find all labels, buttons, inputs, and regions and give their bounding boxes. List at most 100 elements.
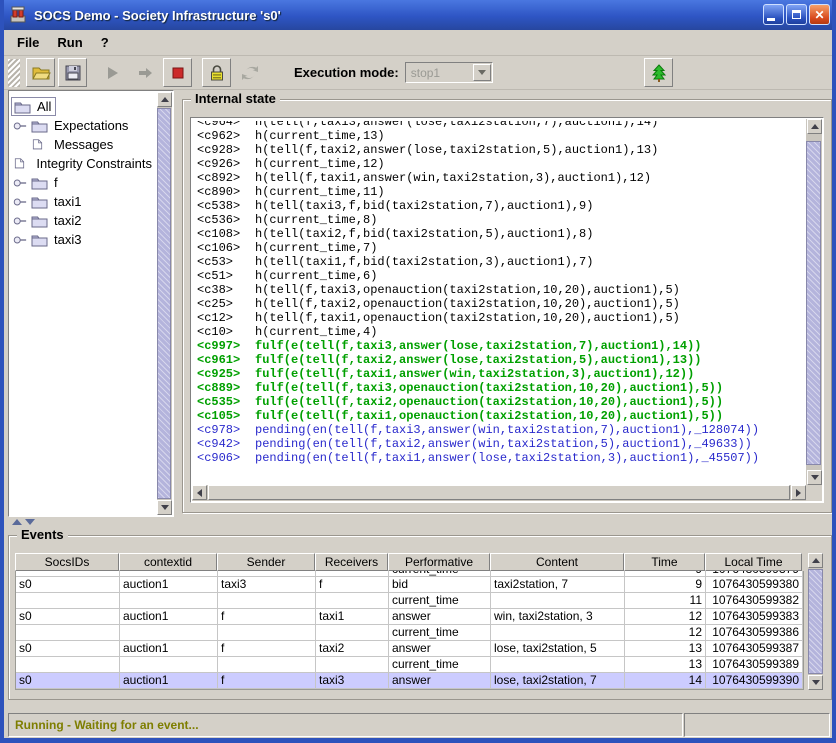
- green-tree-icon: [649, 63, 669, 83]
- column-header-content[interactable]: Content: [490, 553, 624, 571]
- tree-expand-handle[interactable]: [11, 235, 29, 245]
- step-button[interactable]: [130, 58, 159, 87]
- column-header-contextid[interactable]: contextid: [119, 553, 217, 571]
- collapse-up-button[interactable]: [12, 519, 22, 525]
- minimize-button[interactable]: [763, 4, 784, 25]
- window-title: SOCS Demo - Society Infrastructure 's0': [34, 8, 281, 23]
- tree-item-messages[interactable]: Messages: [11, 135, 156, 154]
- arrow-up-icon: [161, 97, 169, 102]
- tree-scroll-thumb[interactable]: [157, 108, 171, 499]
- vertical-splitter[interactable]: [174, 90, 182, 517]
- toolbar-drag-handle[interactable]: [8, 59, 20, 87]
- tree-item-expectations[interactable]: Expectations: [11, 116, 156, 135]
- status-aux-panel: [684, 713, 830, 737]
- tree-item-content: taxi1: [29, 193, 85, 210]
- horizontal-splitter[interactable]: [4, 517, 832, 527]
- execution-mode-combo[interactable]: stop1: [405, 62, 493, 83]
- tree-item-taxi3[interactable]: taxi3: [11, 230, 156, 249]
- event-cell: 13: [625, 641, 706, 657]
- column-header-sender[interactable]: Sender: [217, 553, 315, 571]
- scroll-down-button[interactable]: [157, 500, 172, 515]
- column-header-local-time[interactable]: Local Time: [705, 553, 802, 571]
- event-row[interactable]: s0auction1ftaxi1answerwin, taxi2station,…: [16, 609, 803, 625]
- event-cell: [16, 657, 120, 673]
- arrow-up-icon: [811, 124, 819, 129]
- scroll-thumb[interactable]: [806, 141, 821, 465]
- event-cell: 13: [625, 657, 706, 673]
- internal-horizontal-scrollbar[interactable]: [192, 485, 806, 501]
- arrow-down-icon: [811, 475, 819, 480]
- scroll-right-button[interactable]: [791, 485, 806, 500]
- scroll-up-button[interactable]: [807, 119, 822, 134]
- combo-arrow-button[interactable]: [473, 64, 491, 81]
- state-line-content: <c892>h(tell(f,taxi1,answer(win,taxi2sta…: [197, 171, 651, 185]
- tree-expand-handle[interactable]: [11, 216, 29, 226]
- maximize-button[interactable]: [786, 4, 807, 25]
- scroll-down-button[interactable]: [807, 470, 822, 485]
- internal-state-text[interactable]: <c964>h(tell(f,taxi3,answer(lose,taxi2st…: [192, 119, 806, 485]
- folder-icon: [14, 100, 31, 114]
- menu-item-help[interactable]: ?: [92, 32, 118, 53]
- event-row[interactable]: current_time121076430599386: [16, 625, 803, 641]
- column-header-receivers[interactable]: Receivers: [315, 553, 388, 571]
- scroll-thumb[interactable]: [208, 485, 790, 500]
- tree-item-taxi1[interactable]: taxi1: [11, 192, 156, 211]
- column-header-socsids[interactable]: SocsIDs: [15, 553, 119, 571]
- event-row[interactable]: s0auction1ftaxi3answerlose, taxi2station…: [16, 673, 803, 689]
- tree-item-integrity-constraints[interactable]: Integrity Constraints: [11, 154, 156, 173]
- stop-button[interactable]: [163, 58, 192, 87]
- scroll-down-button[interactable]: [808, 675, 823, 690]
- society-button[interactable]: [644, 58, 673, 87]
- event-cell: s0: [16, 641, 120, 657]
- scroll-up-button[interactable]: [157, 92, 172, 107]
- lock-button[interactable]: [202, 58, 231, 87]
- event-cell-text: 1076430599380: [712, 577, 799, 591]
- constraint-id: <c926>: [197, 157, 255, 171]
- menu-item-run[interactable]: Run: [48, 32, 91, 53]
- event-cell: [16, 625, 120, 641]
- event-row[interactable]: s0auction1taxi3fbidtaxi2station, 7910764…: [16, 577, 803, 593]
- tree-expand-handle[interactable]: [11, 121, 29, 131]
- event-row[interactable]: current_time131076430599389: [16, 657, 803, 673]
- event-cell: current_time: [389, 625, 491, 641]
- scroll-up-button[interactable]: [808, 553, 823, 568]
- scroll-thumb[interactable]: [808, 569, 823, 674]
- event-cell: taxi3: [218, 577, 316, 593]
- state-line: <c12>h(tell(f,taxi1,openauction(taxi2sta…: [197, 311, 806, 325]
- column-header-performative[interactable]: Performative: [388, 553, 490, 571]
- tree-expand-handle[interactable]: [11, 178, 29, 188]
- tree-expand-handle[interactable]: [11, 197, 29, 207]
- constraint-id: <c535>: [197, 395, 255, 409]
- scroll-left-button[interactable]: [192, 485, 207, 500]
- save-button[interactable]: [58, 58, 87, 87]
- tree-item-f[interactable]: f: [11, 173, 156, 192]
- menu-item-file[interactable]: File: [8, 32, 48, 53]
- collapse-down-button[interactable]: [25, 519, 35, 525]
- state-line: <c906>pending(en(tell(f,taxi1,answer(los…: [197, 451, 806, 465]
- event-cell-text: 1076430599386: [712, 625, 799, 639]
- tree-item-label: f: [52, 175, 60, 190]
- event-cell-text: answer: [392, 641, 431, 655]
- state-line-content: <c978>pending(en(tell(f,taxi3,answer(win…: [197, 423, 759, 437]
- events-scrollbar[interactable]: [808, 553, 823, 690]
- constraint-term: h(tell(taxi1,f,bid(taxi2station,3),aucti…: [255, 255, 593, 269]
- state-line-content: <c962>h(current_time,13): [197, 129, 385, 143]
- constraint-id: <c892>: [197, 171, 255, 185]
- tree-item-taxi2[interactable]: taxi2: [11, 211, 156, 230]
- internal-vertical-scrollbar[interactable]: [806, 119, 822, 485]
- title-bar[interactable]: SOCS Demo - Society Infrastructure 's0' …: [0, 0, 836, 30]
- play-button[interactable]: [97, 58, 126, 87]
- open-button[interactable]: [26, 58, 55, 87]
- event-row[interactable]: s0auction1ftaxi2answerlose, taxi2station…: [16, 641, 803, 657]
- event-cell: [218, 657, 316, 673]
- event-row[interactable]: current_time111076430599382: [16, 593, 803, 609]
- event-cell: 9: [625, 577, 706, 593]
- execution-mode-label: Execution mode:: [294, 65, 399, 80]
- agents-tree[interactable]: AllExpectationsMessagesIntegrity Constra…: [11, 97, 156, 514]
- constraint-term: fulf(e(tell(f,taxi1,answer(win,taxi2stat…: [255, 367, 694, 381]
- column-header-time[interactable]: Time: [624, 553, 705, 571]
- sync-button[interactable]: [235, 58, 264, 87]
- close-button[interactable]: ✕: [809, 4, 830, 25]
- tree-item-all[interactable]: All: [11, 97, 156, 116]
- tree-scrollbar[interactable]: [157, 92, 172, 515]
